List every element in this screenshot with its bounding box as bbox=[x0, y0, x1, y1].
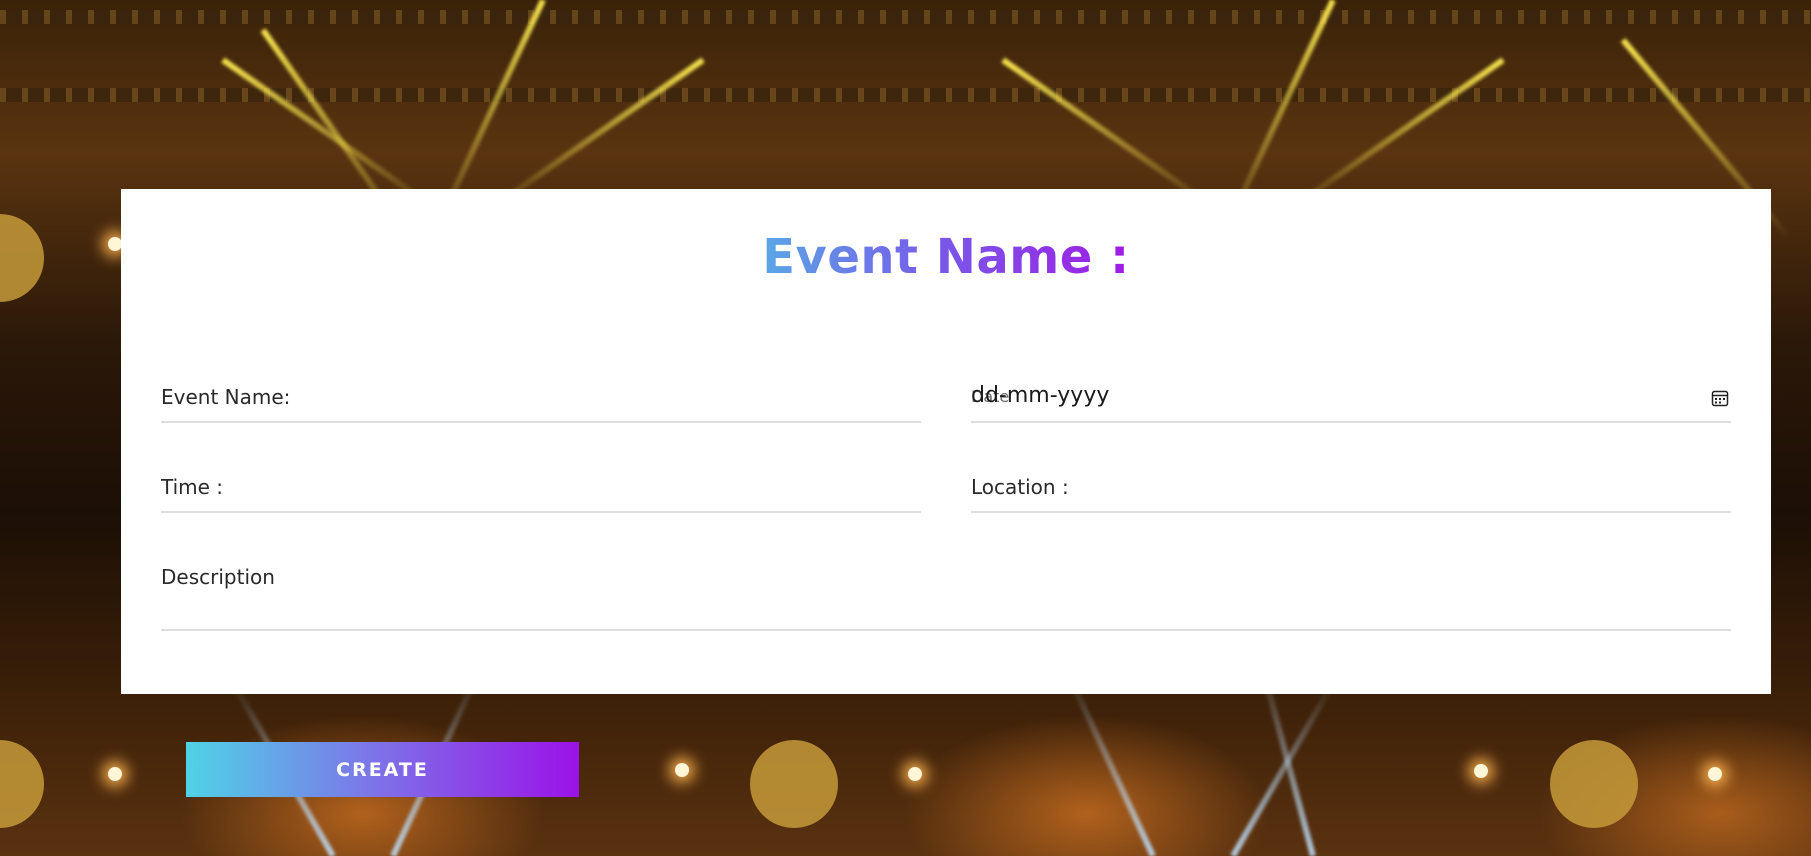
time-label: Time : bbox=[161, 475, 224, 499]
stage-spotlight bbox=[108, 237, 122, 251]
stage-spotlight bbox=[1708, 767, 1722, 781]
stage-truss bbox=[0, 10, 1811, 24]
event-name-field[interactable]: Event Name: bbox=[161, 375, 921, 423]
form-title: Event Name : bbox=[121, 229, 1771, 285]
event-name-label: Event Name: bbox=[161, 385, 291, 409]
location-label: Location : bbox=[971, 475, 1069, 499]
banner-logo bbox=[750, 740, 838, 828]
form-title-text: Event Name : bbox=[762, 229, 1130, 285]
create-button[interactable]: CREATE bbox=[186, 742, 579, 797]
light-beam bbox=[1230, 681, 1336, 856]
light-beam bbox=[1065, 673, 1156, 856]
time-field[interactable]: Time : bbox=[161, 465, 921, 513]
stage-spotlight bbox=[908, 767, 922, 781]
event-form-card: Event Name : Event Name: Date dd-mm-yyyy… bbox=[121, 189, 1771, 694]
description-field[interactable]: Description bbox=[161, 555, 1731, 631]
banner-logo bbox=[1550, 740, 1638, 828]
date-field[interactable]: Date dd-mm-yyyy bbox=[971, 375, 1731, 423]
stage-spotlight bbox=[1474, 764, 1488, 778]
stage-spotlight bbox=[108, 767, 122, 781]
banner-logo bbox=[0, 214, 44, 302]
location-field[interactable]: Location : bbox=[971, 465, 1731, 513]
date-placeholder: dd-mm-yyyy bbox=[971, 383, 1110, 408]
calendar-icon[interactable] bbox=[1711, 389, 1729, 407]
stage-spotlight bbox=[675, 763, 689, 777]
description-label: Description bbox=[161, 565, 275, 589]
banner-logo bbox=[0, 740, 44, 828]
